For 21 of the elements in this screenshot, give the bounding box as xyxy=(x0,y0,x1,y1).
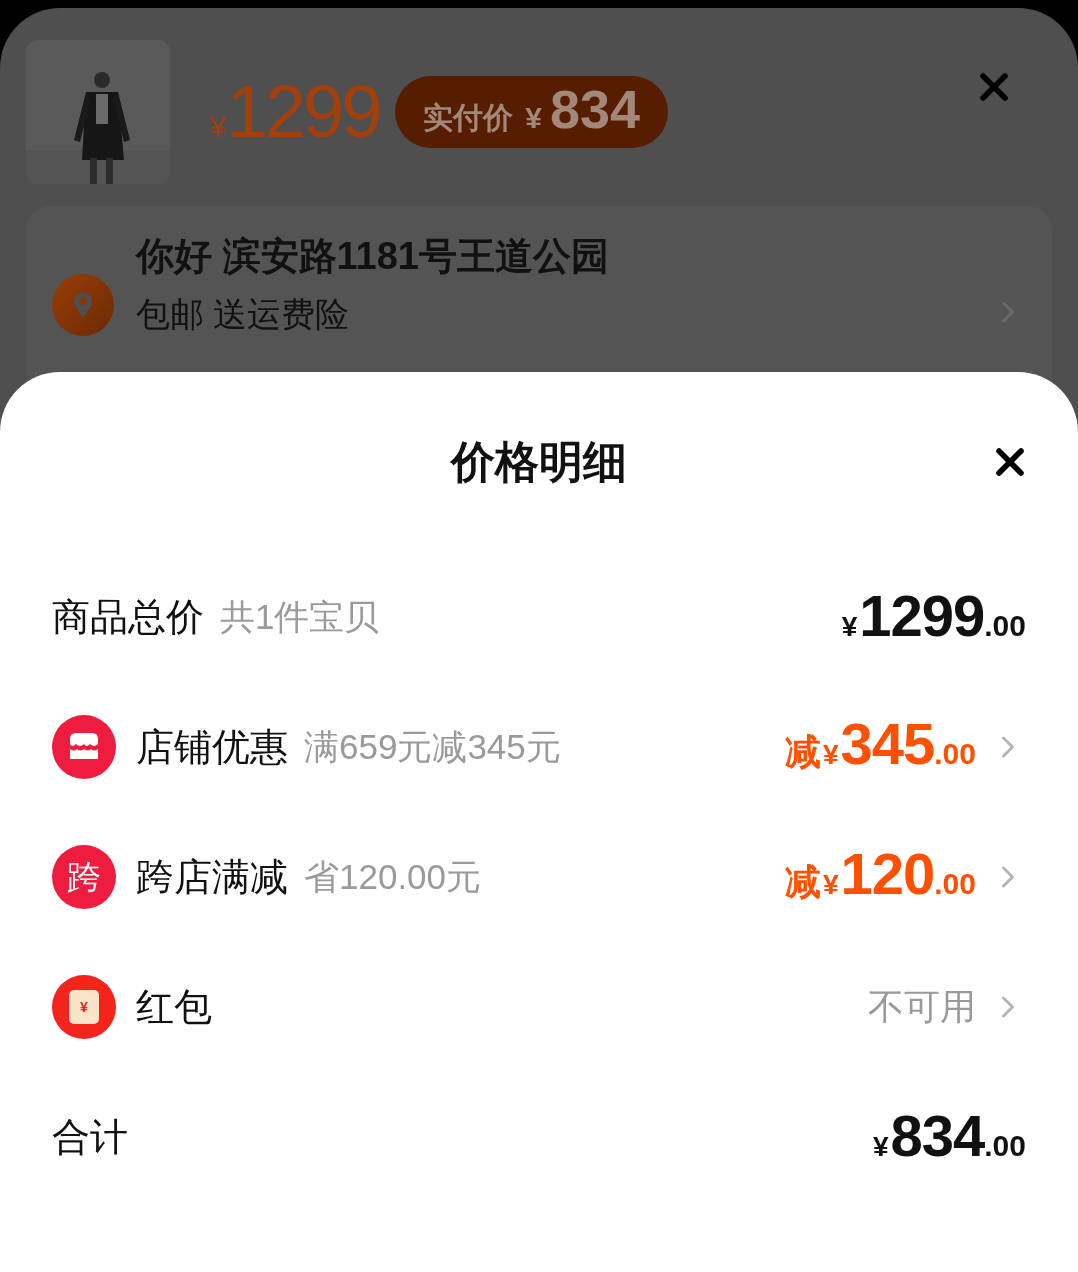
badge-icon: 跨 xyxy=(52,845,116,909)
envelope-icon: ¥ xyxy=(52,975,116,1039)
row-label: 跨店满减 xyxy=(136,854,288,900)
sheet-title: 价格明细 xyxy=(451,436,627,488)
row-label: 合计 xyxy=(52,1114,128,1160)
paid-price-badge: 实付价 ¥834 xyxy=(395,76,669,148)
row-note: 满659元减345元 xyxy=(304,725,561,768)
original-price: ¥1299 xyxy=(210,75,380,149)
amount: 减¥120.00 xyxy=(784,845,976,908)
store-icon xyxy=(52,715,116,779)
row-note: 省120.00元 xyxy=(304,855,482,898)
row-note: 共1件宝贝 xyxy=(220,595,380,638)
row-label: 红包 xyxy=(136,984,212,1030)
address-subtitle: 包邮 送运费险 xyxy=(136,294,351,336)
row-label: 商品总价 xyxy=(52,594,204,640)
status-text: 不可用 xyxy=(868,985,976,1029)
address-title: 你好 滨安路1181号王道公园 xyxy=(136,234,609,279)
amount: 减¥345.00 xyxy=(784,715,976,778)
amount: ¥834.00 xyxy=(872,1106,1026,1168)
row-label: 店铺优惠 xyxy=(136,724,288,770)
amount: ¥1299.00 xyxy=(841,586,1026,648)
